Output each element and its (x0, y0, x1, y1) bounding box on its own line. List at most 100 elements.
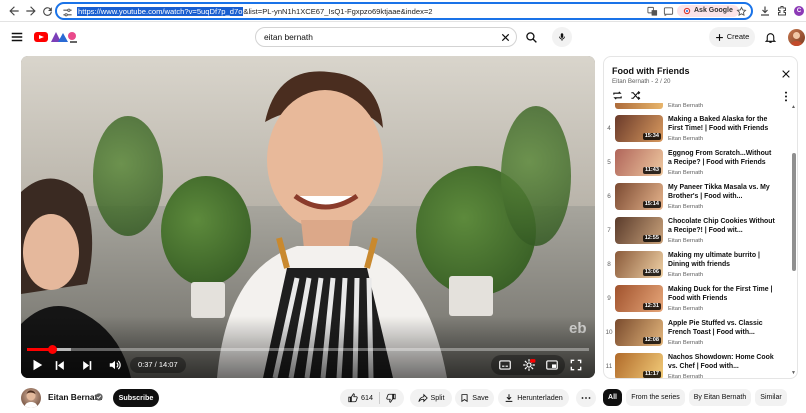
playlist-item[interactable]: 11 11:17 Nachos Showdown: Home Cook vs. Ch… (604, 351, 794, 378)
video-player[interactable]: eb 0:37 / 14:07 (21, 56, 595, 378)
playlist-item-title[interactable]: Making a Baked Alaska for the First Time… (668, 115, 776, 133)
notifications-bell-icon[interactable] (763, 30, 777, 44)
playlist-item-partial-thumbnail[interactable] (615, 103, 663, 109)
subtitles-icon[interactable] (497, 357, 513, 373)
playlist-item-title[interactable]: Eggnog From Scratch...Without a Recipe? … (668, 149, 776, 167)
next-icon[interactable] (79, 357, 95, 373)
settings-gear-icon[interactable] (521, 357, 537, 373)
url-selected-part: https://www.youtube.com/watch?v=5uqDf7p_… (77, 7, 244, 16)
playlist-title[interactable]: Food with Friends (612, 65, 690, 77)
browser-profile-avatar[interactable]: C (794, 6, 804, 16)
progress-scrubber-handle[interactable] (47, 345, 57, 354)
shuffle-icon[interactable] (630, 90, 641, 101)
extensions-icon[interactable] (775, 4, 788, 17)
reload-icon[interactable] (39, 3, 55, 19)
split-button[interactable]: Split (410, 389, 452, 407)
thumbs-down-icon (386, 393, 396, 403)
playlist-subtitle: Eitan Bernath - 2 / 20 (612, 78, 671, 85)
playlist-item-thumbnail[interactable]: 12:08 (615, 319, 663, 346)
playlist-item[interactable]: 5 11:43 Eggnog From Scratch...Without a Re… (604, 147, 794, 181)
playlist-item-thumbnail[interactable]: 15:34 (615, 115, 663, 142)
like-count: 614 (361, 393, 373, 402)
youtube-logo-icon[interactable] (34, 32, 48, 42)
translate-icon[interactable] (647, 6, 658, 17)
bookmark-star-icon[interactable] (736, 6, 747, 17)
scroll-up-arrow-icon[interactable]: ▲ (791, 104, 796, 110)
playlist-item-thumbnail[interactable]: 12:55 (615, 217, 663, 244)
create-label: Create (726, 32, 750, 41)
time-display-text: 0:37 / 14:07 (138, 360, 178, 369)
download-label: Herunterladen (517, 393, 563, 402)
forward-icon[interactable] (23, 3, 39, 19)
playlist-more-icon[interactable] (782, 91, 790, 102)
playlist-item-partial-channel: Eitan Bernath (668, 103, 704, 109)
time-display: 0:37 / 14:07 (130, 357, 186, 373)
save-button[interactable]: Save (455, 389, 494, 407)
playlist-item-thumbnail[interactable]: 15:14 (615, 183, 663, 210)
filter-chip[interactable]: All (603, 389, 622, 406)
playlist-item-title[interactable]: My Paneer Tikka Masala vs. My Brother's … (668, 183, 776, 201)
play-icon[interactable] (29, 357, 45, 373)
address-bar[interactable]: https://www.youtube.com/watch?v=5uqDf7p_… (55, 2, 753, 20)
ask-google-button[interactable]: Ask Google (677, 5, 739, 17)
playlist-item-title[interactable]: Making my ultimate burrito | Dining with… (668, 251, 776, 269)
loop-icon[interactable] (612, 90, 623, 101)
account-avatar[interactable] (788, 29, 805, 46)
site-info-icon[interactable] (61, 6, 73, 18)
clear-search-icon[interactable] (500, 32, 511, 43)
playlist-item[interactable]: 10 12:08 Apple Pie Stuffed vs. Classic Fre… (604, 317, 794, 351)
back-icon[interactable] (6, 3, 22, 19)
filter-chip[interactable]: By Eitan Bernath (689, 389, 751, 406)
voice-search-button[interactable] (552, 27, 572, 47)
download-arrow-icon (504, 393, 514, 403)
url-text[interactable]: https://www.youtube.com/watch?v=5uqDf7p_… (77, 6, 433, 17)
search-input[interactable]: eitan bernath (255, 27, 517, 47)
playlist-item-thumbnail[interactable]: 11:17 (615, 353, 663, 378)
verified-check-icon (95, 393, 103, 401)
playlist-item[interactable]: 7 12:55 Chocolate Chip Cookies Without a R… (604, 215, 794, 249)
playlist-item-duration: 12:55 (642, 235, 661, 242)
volume-icon[interactable] (107, 357, 123, 373)
previous-icon[interactable] (51, 357, 67, 373)
progress-bar[interactable] (27, 345, 589, 354)
miniplayer-icon[interactable] (544, 357, 560, 373)
like-button[interactable]: 614 (348, 389, 373, 407)
close-icon[interactable] (780, 68, 791, 79)
create-button[interactable]: Create (709, 27, 755, 47)
youtube-doodle-icon[interactable] (50, 29, 78, 45)
like-separator (379, 392, 380, 404)
playlist-item-thumbnail[interactable]: 13:06 (615, 251, 663, 278)
playlist-item-title[interactable]: Chocolate Chip Cookies Without a Recipe?… (668, 217, 776, 235)
playlist-item-title[interactable]: Making Duck for the First Time | Food wi… (668, 285, 776, 303)
playlist-item-duration: 11:43 (643, 167, 661, 174)
playlist-item-thumbnail[interactable]: 11:43 (615, 149, 663, 176)
bookmark-icon (460, 393, 469, 403)
playlist-item-channel: Eitan Bernath (668, 136, 704, 142)
menu-icon[interactable] (10, 30, 24, 44)
playlist-item-index: 11 (605, 363, 613, 370)
playlist-item[interactable]: 4 15:34 Making a Baked Alaska for the Firs… (604, 113, 794, 147)
filter-chip[interactable]: From the series (626, 389, 685, 406)
search-button[interactable] (519, 27, 543, 47)
dislike-button[interactable] (386, 393, 396, 403)
playlist-scrollbar[interactable] (792, 153, 796, 271)
playlist-item-duration: 15:34 (642, 133, 661, 140)
microphone-icon (557, 32, 567, 42)
subscribe-button[interactable]: Subscribe (113, 389, 159, 407)
download-button[interactable]: Herunterladen (498, 389, 569, 407)
scroll-down-arrow-icon[interactable]: ▼ (791, 370, 796, 376)
more-actions-button[interactable] (576, 389, 596, 407)
channel-avatar[interactable] (21, 388, 41, 408)
playlist-item-thumbnail[interactable]: 12:31 (615, 285, 663, 312)
filter-chip[interactable]: Similar (755, 389, 787, 406)
playlist-item[interactable]: 8 13:06 Making my ultimate burrito | Dinin… (604, 249, 794, 283)
playlist-item[interactable]: 6 15:14 My Paneer Tikka Masala vs. My Brot… (604, 181, 794, 215)
search-icon (525, 31, 538, 44)
cast-icon[interactable] (663, 6, 674, 17)
fullscreen-icon[interactable] (568, 357, 584, 373)
playlist-item-title[interactable]: Apple Pie Stuffed vs. Classic French Toa… (668, 319, 776, 337)
playlist-item-title[interactable]: Nachos Showdown: Home Cook vs. Chef | Fo… (668, 353, 776, 371)
playlist-item[interactable]: 9 12:31 Making Duck for the First Time | F… (604, 283, 794, 317)
thumbs-up-icon (348, 393, 358, 403)
download-icon[interactable] (758, 4, 771, 17)
